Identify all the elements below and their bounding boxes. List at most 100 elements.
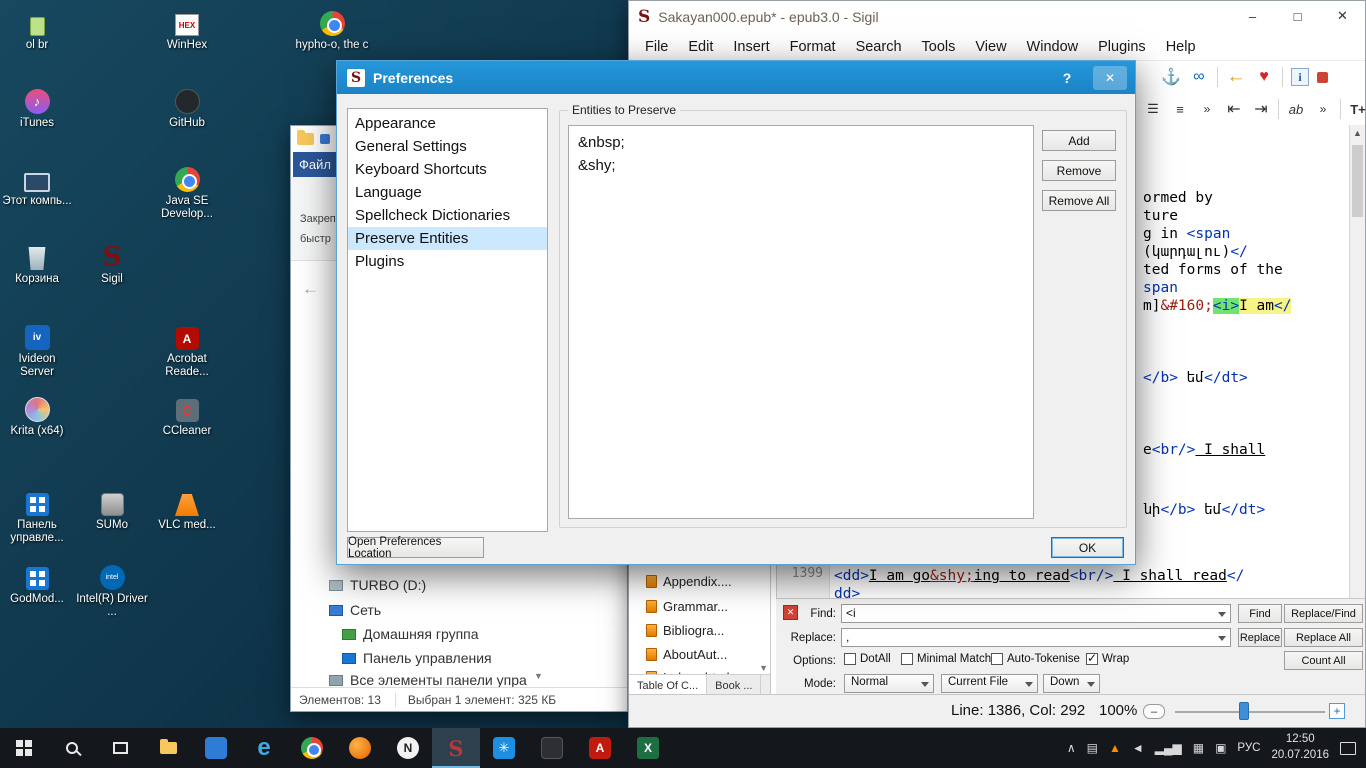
checkbox-icon[interactable]: [844, 653, 856, 665]
explorer-file-tab[interactable]: Файл: [293, 152, 337, 177]
find-input[interactable]: <i: [841, 604, 1231, 623]
hidden-icons-chevron[interactable]: ∧: [1067, 741, 1076, 755]
category-spellcheck-dictionaries[interactable]: Spellcheck Dictionaries: [348, 204, 547, 227]
zoom-slider-handle[interactable]: [1239, 702, 1249, 720]
ok-button[interactable]: OK: [1051, 537, 1124, 558]
numbered-list-icon[interactable]: ≡: [1170, 98, 1190, 120]
book-file-item[interactable]: Appendix....: [629, 569, 732, 593]
desktop-icon-control-panel[interactable]: Панель управле...: [0, 486, 74, 545]
taskbar-edge[interactable]: e: [240, 728, 288, 768]
direction-select[interactable]: Down: [1043, 674, 1100, 693]
open-preferences-location-button[interactable]: Open Preferences Location: [347, 536, 484, 560]
mode-select[interactable]: Normal: [844, 674, 934, 693]
checkbox-auto-tokenise[interactable]: Auto-Tokenise: [991, 653, 1080, 665]
menu-window[interactable]: Window: [1017, 39, 1089, 55]
zoom-slider-track[interactable]: [1175, 711, 1325, 713]
code-scrollbar[interactable]: ▲: [1349, 125, 1365, 598]
desktop-icon-github[interactable]: GitHub: [150, 84, 224, 130]
search-button[interactable]: [48, 728, 96, 768]
book-file-item[interactable]: Bibliogra...: [629, 618, 724, 642]
info-icon[interactable]: i: [1291, 68, 1309, 86]
category-preserve-entities[interactable]: Preserve Entities: [348, 227, 547, 250]
category-language[interactable]: Language: [348, 181, 547, 204]
remove-button[interactable]: Remove: [1042, 160, 1116, 181]
text-plus-icon[interactable]: T+: [1348, 98, 1366, 120]
checkbox-icon[interactable]: [991, 653, 1003, 665]
tab-table-of-contents[interactable]: Table Of C...: [629, 675, 708, 696]
red-marker-icon[interactable]: [1317, 71, 1328, 83]
checkbox-dotall[interactable]: DotAll: [844, 653, 891, 665]
desktop-icon-vlc[interactable]: VLC med...: [150, 486, 224, 532]
overflow-chevron-icon[interactable]: »: [1313, 98, 1333, 120]
checkbox-wrap[interactable]: Wrap: [1086, 651, 1129, 665]
dropdown-arrow-icon[interactable]: [1087, 682, 1095, 687]
undo-arrow-icon[interactable]: ←: [1226, 66, 1246, 88]
desktop-icon-godmode[interactable]: GodMod...: [0, 560, 74, 606]
menu-insert[interactable]: Insert: [723, 39, 779, 55]
find-button[interactable]: Find: [1238, 604, 1282, 623]
desktop-icon-intel-driver[interactable]: intel Intel(R) Driver ...: [75, 560, 149, 619]
desktop-icon-krita[interactable]: Krita (x64): [0, 392, 74, 438]
tray-app-icon[interactable]: ▣: [1215, 741, 1226, 755]
checkbox-checked-icon[interactable]: [1086, 651, 1098, 665]
desktop-icon-acrobat[interactable]: A Acrobat Reade...: [150, 320, 224, 379]
bulleted-list-icon[interactable]: ☰: [1143, 98, 1163, 120]
count-all-button[interactable]: Count All: [1284, 651, 1363, 670]
menu-tools[interactable]: Tools: [912, 39, 966, 55]
taskbar-blue-app[interactable]: [192, 728, 240, 768]
ab-case-icon[interactable]: ab: [1286, 98, 1306, 120]
nav-item-control-panel[interactable]: Панель управления: [342, 647, 492, 669]
help-button[interactable]: ?: [1055, 67, 1079, 89]
entities-list[interactable]: &nbsp; &shy;: [568, 125, 1034, 519]
menu-help[interactable]: Help: [1156, 39, 1206, 55]
desktop-icon-winhex[interactable]: HEX WinHex: [150, 6, 224, 52]
scroll-down-icon[interactable]: ▼: [759, 663, 768, 673]
desktop-icon-chrome-doc[interactable]: hypho-o, the c: [295, 6, 369, 52]
keyboard-icon[interactable]: ▦: [1193, 741, 1204, 755]
desktop-icon-this-pc[interactable]: Этот компь...: [0, 162, 74, 208]
replace-find-button[interactable]: Replace/Find: [1284, 604, 1363, 623]
taskbar-excel[interactable]: X: [624, 728, 672, 768]
entity-item[interactable]: &nbsp;: [569, 131, 1033, 154]
taskbar-acrobat[interactable]: A: [576, 728, 624, 768]
maximize-button[interactable]: □: [1275, 1, 1320, 31]
dropdown-arrow-icon[interactable]: [921, 682, 929, 687]
desktop-icon-recycle-bin[interactable]: Корзина: [0, 240, 74, 286]
taskbar-firefox[interactable]: [336, 728, 384, 768]
taskbar-chrome[interactable]: [288, 728, 336, 768]
entity-item[interactable]: &shy;: [569, 154, 1033, 177]
start-button[interactable]: [0, 728, 48, 768]
dropdown-arrow-icon[interactable]: [1218, 612, 1226, 617]
tab-book-browser[interactable]: Book ...: [707, 675, 762, 696]
indent-icon[interactable]: ⇥: [1251, 98, 1271, 120]
desktop-icon-ol-br[interactable]: ol br: [0, 6, 74, 52]
replace-all-button[interactable]: Replace All: [1284, 628, 1363, 647]
display-tray-icon[interactable]: ▤: [1087, 741, 1098, 755]
checkbox-icon[interactable]: [901, 653, 913, 665]
minimize-button[interactable]: –: [1230, 1, 1275, 31]
task-view-button[interactable]: [96, 728, 144, 768]
overflow-chevron-icon[interactable]: »: [1197, 98, 1217, 120]
vlc-tray-icon[interactable]: ▲: [1109, 741, 1121, 755]
desktop-icon-itunes[interactable]: ♪ iTunes: [0, 84, 74, 130]
nav-item-drive[interactable]: TURBO (D:): [329, 574, 426, 596]
back-arrow-icon[interactable]: ←: [302, 279, 319, 299]
taskbar-sigil-active[interactable]: S: [432, 728, 480, 768]
category-appearance[interactable]: Appearance: [348, 112, 547, 135]
outdent-icon[interactable]: ⇤: [1224, 98, 1244, 120]
language-indicator[interactable]: РУС: [1237, 742, 1260, 754]
replace-input[interactable]: ,: [841, 628, 1231, 647]
find-close-button[interactable]: ✕: [783, 605, 798, 620]
dialog-close-button[interactable]: ✕: [1093, 66, 1127, 90]
menu-view[interactable]: View: [965, 39, 1016, 55]
nav-item-network[interactable]: Сеть: [329, 599, 381, 621]
checkbox-minimal-match[interactable]: Minimal Match: [901, 653, 991, 665]
desktop-icon-sumo[interactable]: SUMo: [75, 486, 149, 532]
nav-item-homegroup[interactable]: Домашняя группа: [342, 623, 479, 645]
close-button[interactable]: ✕: [1320, 1, 1365, 31]
taskbar-blue-star-app[interactable]: ✳: [480, 728, 528, 768]
book-file-item[interactable]: AboutAut...: [629, 642, 727, 666]
clock[interactable]: 12:50 20.07.2016: [1271, 732, 1329, 763]
scope-select[interactable]: Current File: [941, 674, 1038, 693]
heart-icon[interactable]: ♥: [1254, 66, 1274, 88]
